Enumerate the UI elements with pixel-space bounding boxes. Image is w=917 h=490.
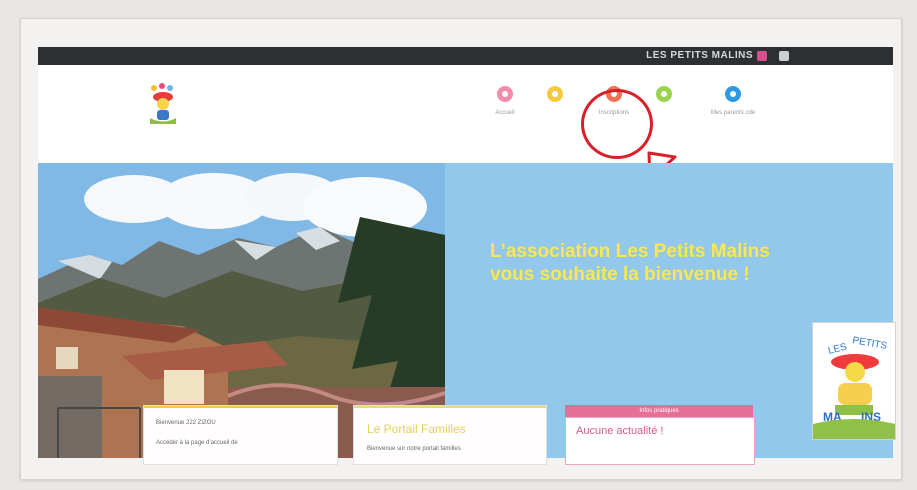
practical-info-message: Aucune actualité ! xyxy=(576,425,664,437)
welcome-card: Bienvenue 222 ZIZOU Accéder à la page d’… xyxy=(143,405,338,465)
user-icon[interactable] xyxy=(779,51,789,61)
blue-circle-icon xyxy=(725,86,741,102)
welcome-link-text[interactable]: Accéder à la page d’accueil de xyxy=(156,440,238,446)
portal-body: Bienvenue sur notre portail familles xyxy=(367,446,461,452)
hero-title: L’association Les Petits Malins vous sou… xyxy=(490,240,850,286)
practical-info-header: Infos pratiques xyxy=(565,405,753,417)
portal-card-bar xyxy=(354,406,546,408)
nav-item-parents[interactable]: Mes parents cde xyxy=(693,86,773,116)
practical-info-card: Aucune actualité ! xyxy=(565,417,755,465)
welcome-card-bar xyxy=(144,406,337,408)
portal-title[interactable]: Le Portail Familles xyxy=(367,422,466,436)
welcome-heading: Bienvenue 222 ZIZOU xyxy=(156,420,216,426)
hero-title-line-1: L’association Les Petits Malins xyxy=(490,241,770,262)
top-bar: LES PETITS MALINS xyxy=(38,47,893,65)
yellow-circle-icon xyxy=(547,86,563,102)
nav-label-parents: Mes parents cde xyxy=(710,110,756,116)
lime-circle-icon xyxy=(656,86,672,102)
facebook-icon[interactable] xyxy=(757,51,767,61)
site-logo[interactable] xyxy=(142,80,184,132)
top-site-name: LES PETITS MALINS xyxy=(646,50,753,61)
portal-card[interactable]: Le Portail Familles Bienvenue sur notre … xyxy=(353,405,547,465)
nav-label-accueil: Accueil xyxy=(495,110,515,116)
mascot-image: LES PETITS MA INS xyxy=(812,322,896,440)
pink-circle-icon xyxy=(497,86,513,102)
hero-title-line-2: vous souhaite la bienvenue ! xyxy=(490,264,750,285)
